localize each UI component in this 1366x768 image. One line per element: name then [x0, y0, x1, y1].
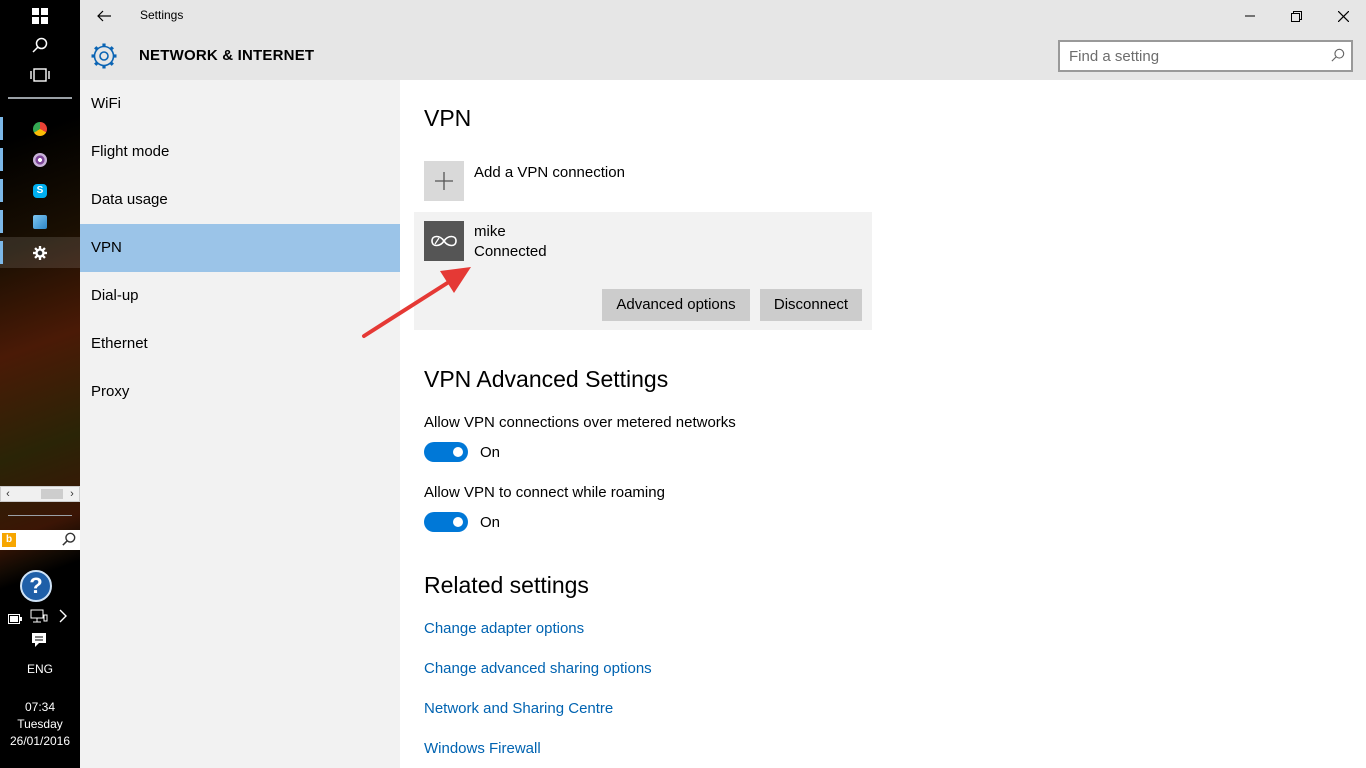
- vpn-connection-card[interactable]: mike Connected Advanced options Disconne…: [414, 212, 872, 330]
- back-arrow-icon: [97, 10, 111, 22]
- nav-item-wifi[interactable]: WiFi: [80, 80, 400, 128]
- vpn-connection-name: mike: [474, 223, 506, 240]
- taskbar-search-button[interactable]: [0, 30, 80, 60]
- plus-icon: [435, 172, 453, 190]
- language-indicator[interactable]: ENG: [0, 662, 80, 676]
- change-adapter-options-link[interactable]: Change adapter options: [424, 620, 584, 637]
- restore-button[interactable]: [1273, 0, 1319, 32]
- settings-app-icon: [33, 245, 47, 260]
- network-and-sharing-centre-link[interactable]: Network and Sharing Centre: [424, 700, 613, 717]
- nav-item-dial-up[interactable]: Dial-up: [80, 272, 400, 320]
- disconnect-button[interactable]: Disconnect: [760, 289, 862, 321]
- related-settings-heading: Related settings: [424, 572, 589, 598]
- taskbar-divider: [8, 97, 72, 99]
- restore-icon: [1290, 10, 1302, 22]
- task-view-button[interactable]: [0, 60, 80, 90]
- taskbar-app-control-panel[interactable]: [0, 206, 80, 237]
- gear-icon: [91, 43, 117, 69]
- add-vpn-connection-button[interactable]: Add a VPN connection: [424, 161, 724, 201]
- nav-item-proxy[interactable]: Proxy: [80, 368, 400, 416]
- start-button[interactable]: [0, 1, 80, 31]
- page-header: NETWORK & INTERNET: [80, 32, 1366, 80]
- close-button[interactable]: [1320, 0, 1366, 32]
- bing-logo-icon: b: [2, 533, 16, 547]
- minimize-button[interactable]: [1227, 0, 1273, 32]
- toggle-knob: [453, 517, 463, 527]
- page-title: NETWORK & INTERNET: [139, 47, 315, 64]
- nav-item-data-usage[interactable]: Data usage: [80, 176, 400, 224]
- vpn-heading: VPN: [424, 105, 472, 131]
- clock-time[interactable]: 07:34: [0, 700, 80, 714]
- clock-date[interactable]: 26/01/2016: [0, 734, 80, 748]
- search-icon: [32, 37, 48, 53]
- roaming-setting-label: Allow VPN to connect while roaming: [424, 484, 665, 501]
- network-icon[interactable]: [30, 609, 48, 628]
- taskbar-scrollbar[interactable]: ‹ ›: [0, 486, 80, 502]
- task-view-icon: [30, 68, 50, 82]
- chevron-right-icon[interactable]: [58, 608, 68, 629]
- metered-toggle-state: On: [480, 444, 501, 461]
- taskbar-app-tor[interactable]: [0, 144, 80, 175]
- main-content: VPN Add a VPN connection mike Connected …: [400, 80, 1366, 768]
- nav-item-ethernet[interactable]: Ethernet: [80, 320, 400, 368]
- back-button[interactable]: [90, 0, 118, 32]
- metered-toggle[interactable]: [424, 442, 468, 462]
- taskbar-app-skype[interactable]: S: [0, 175, 80, 206]
- add-tile: [424, 161, 464, 201]
- vpn-connection-status: Connected: [474, 243, 547, 260]
- scroll-thumb[interactable]: [41, 489, 63, 499]
- taskbar-app-chrome[interactable]: [0, 113, 80, 144]
- chrome-app-icon: [33, 121, 47, 136]
- search-icon[interactable]: [62, 532, 76, 546]
- control-panel-app-icon: [33, 214, 47, 229]
- roaming-toggle[interactable]: [424, 512, 468, 532]
- windows-firewall-link[interactable]: Windows Firewall: [424, 740, 541, 757]
- nav-item-vpn[interactable]: VPN: [80, 224, 400, 272]
- help-icon[interactable]: ?: [20, 570, 52, 602]
- change-advanced-sharing-options-link[interactable]: Change advanced sharing options: [424, 660, 652, 677]
- battery-icon[interactable]: [8, 611, 22, 629]
- taskbar-app-settings[interactable]: [0, 237, 80, 268]
- taskbar-divider: [8, 515, 72, 516]
- settings-search-box[interactable]: [1058, 40, 1353, 72]
- settings-search-input[interactable]: [1060, 42, 1310, 70]
- action-center-icon[interactable]: [31, 632, 47, 653]
- minimize-icon: [1245, 15, 1255, 17]
- bing-search-box[interactable]: b: [0, 530, 80, 550]
- add-vpn-label: Add a VPN connection: [474, 164, 625, 181]
- title-bar: Settings: [80, 0, 1366, 32]
- scroll-right-icon[interactable]: ›: [65, 487, 79, 501]
- window-title: Settings: [140, 8, 184, 22]
- settings-nav: WiFi Flight mode Data usage VPN Dial-up …: [80, 80, 400, 768]
- metered-setting-label: Allow VPN connections over metered netwo…: [424, 414, 736, 431]
- close-icon: [1337, 10, 1349, 22]
- tor-browser-app-icon: [33, 152, 47, 167]
- taskbar: S ‹ › b ? ENG 07:34 Tuesday 26/01/2016: [0, 0, 80, 768]
- windows-logo-icon: [32, 8, 48, 24]
- roaming-toggle-state: On: [480, 514, 501, 531]
- advanced-options-button[interactable]: Advanced options: [602, 289, 750, 321]
- nav-item-flight-mode[interactable]: Flight mode: [80, 128, 400, 176]
- scroll-left-icon[interactable]: ‹: [1, 487, 15, 501]
- system-tray: [0, 607, 80, 627]
- toggle-knob: [453, 447, 463, 457]
- skype-app-icon: S: [33, 183, 47, 198]
- vpn-connection-icon: [424, 221, 464, 261]
- vpn-advanced-settings-heading: VPN Advanced Settings: [424, 366, 669, 392]
- clock-day[interactable]: Tuesday: [0, 717, 80, 731]
- search-icon[interactable]: [1331, 48, 1345, 62]
